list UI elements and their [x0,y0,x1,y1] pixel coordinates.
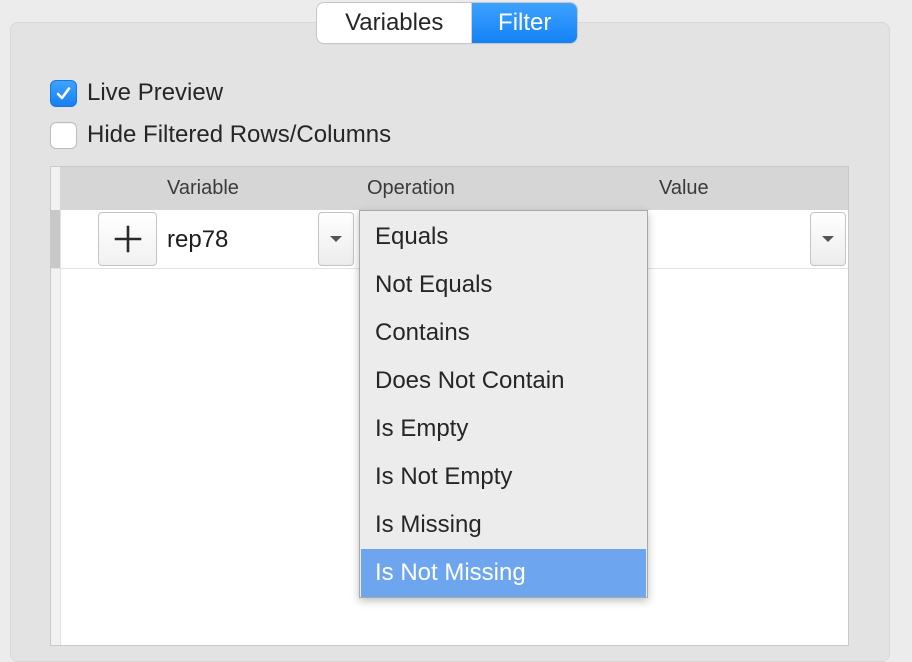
variable-dropdown-button[interactable] [318,212,354,266]
hide-filtered-checkbox[interactable] [50,121,77,149]
hide-filtered-option[interactable]: Hide Filtered Rows/Columns [50,121,391,149]
variable-value[interactable]: rep78 [167,212,228,266]
menu-item-contains[interactable]: Contains [361,309,646,357]
hide-filtered-label: Hide Filtered Rows/Columns [87,121,392,148]
column-header-operation: Operation [367,177,455,199]
view-segmented-control: Variables Filter [317,3,577,43]
operation-dropdown-menu: Equals Not Equals Contains Does Not Cont… [359,210,648,598]
menu-item-is-missing[interactable]: Is Missing [361,501,646,549]
column-header-variable: Variable [167,177,239,199]
menu-item-is-empty[interactable]: Is Empty [361,405,646,453]
value-dropdown-button[interactable] [810,212,846,266]
menu-item-is-not-empty[interactable]: Is Not Empty [361,453,646,501]
column-header-value: Value [659,177,709,199]
chevron-down-icon [822,236,834,242]
live-preview-label: Live Preview [87,79,224,106]
chevron-down-icon [330,236,342,242]
add-condition-button[interactable] [98,212,157,266]
plus-icon [114,225,141,253]
menu-item-does-not-contain[interactable]: Does Not Contain [361,357,646,405]
tab-filter[interactable]: Filter [472,3,577,43]
menu-item-equals[interactable]: Equals [361,213,646,261]
table-header: Variable Operation Value [60,167,848,210]
menu-item-not-equals[interactable]: Not Equals [361,261,646,309]
menu-item-is-not-missing[interactable]: Is Not Missing [361,549,646,597]
tab-variables[interactable]: Variables [317,3,473,43]
live-preview-option[interactable]: Live Preview [50,79,223,107]
checkmark-icon [56,86,71,99]
row-handle[interactable] [51,210,60,268]
live-preview-checkbox[interactable] [50,79,77,107]
